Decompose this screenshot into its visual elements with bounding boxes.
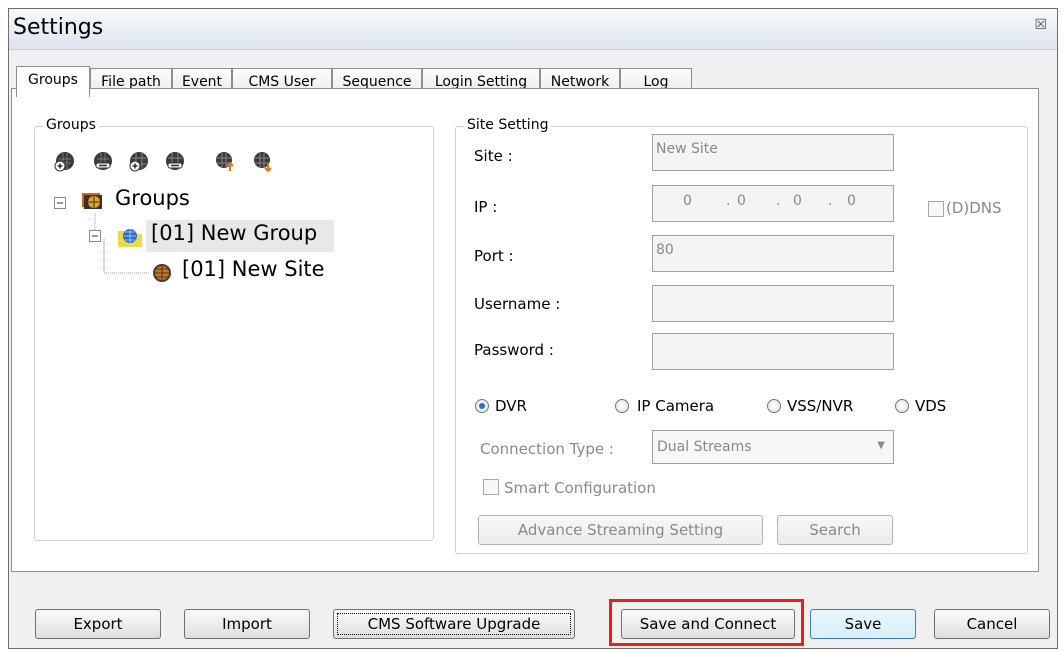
vds-radio[interactable]	[895, 399, 909, 413]
ip-octet-1: 0	[683, 193, 692, 209]
move-site-down-icon[interactable]	[252, 150, 274, 172]
ip-dot: .	[828, 193, 833, 209]
chevron-down-icon: ▼	[877, 440, 885, 451]
smart-configuration-label: Smart Configuration	[504, 479, 656, 497]
vss-nvr-radio[interactable]	[767, 399, 781, 413]
advance-streaming-setting-button[interactable]: Advance Streaming Setting	[478, 515, 763, 545]
ddns-label: (D)DNS	[946, 199, 1002, 217]
vss-nvr-label[interactable]: VSS/NVR	[787, 397, 853, 415]
collapse-root-icon[interactable]	[54, 197, 66, 209]
dvr-radio[interactable]	[475, 399, 489, 413]
tree-group-label[interactable]: [01] New Group	[151, 221, 317, 245]
ip-label: IP :	[474, 198, 498, 216]
tab-groups[interactable]: Groups	[16, 66, 90, 97]
port-field[interactable]: 80	[652, 235, 894, 272]
ip-octet-2: 0	[737, 193, 746, 209]
groups-groupbox-label: Groups	[43, 117, 99, 133]
ip-camera-label[interactable]: IP Camera	[637, 397, 714, 415]
ip-octet-3: 0	[793, 193, 802, 209]
ip-field[interactable]: 0 . 0 . 0 . 0	[652, 185, 894, 222]
cms-software-upgrade-button[interactable]: CMS Software Upgrade	[333, 609, 575, 639]
cancel-button[interactable]: Cancel	[934, 609, 1050, 639]
password-label: Password :	[474, 341, 554, 359]
dvr-label[interactable]: DVR	[495, 397, 527, 415]
site-icon	[153, 264, 171, 282]
ip-camera-radio[interactable]	[615, 399, 629, 413]
ddns-checkbox[interactable]	[928, 201, 944, 217]
vds-label[interactable]: VDS	[915, 397, 946, 415]
tree-root-label[interactable]: Groups	[115, 186, 190, 210]
connection-type-label: Connection Type :	[480, 440, 614, 458]
site-label: Site :	[474, 147, 513, 165]
remove-site-icon[interactable]	[164, 150, 186, 172]
ip-octet-4: 0	[847, 193, 856, 209]
add-group-icon[interactable]	[54, 150, 76, 172]
move-site-up-icon[interactable]	[214, 150, 236, 172]
collapse-group-icon[interactable]	[89, 230, 101, 242]
export-button[interactable]: Export	[35, 609, 161, 639]
close-icon[interactable]: ☒	[1034, 17, 1047, 33]
connection-type-select[interactable]: Dual Streams ▼	[652, 430, 894, 464]
remove-group-icon[interactable]	[92, 150, 114, 172]
focus-rect	[337, 613, 571, 635]
site-field[interactable]: New Site	[652, 134, 894, 171]
group-folder-icon	[118, 229, 142, 247]
save-button[interactable]: Save	[810, 609, 916, 639]
ip-dot: .	[776, 193, 781, 209]
port-label: Port :	[474, 247, 514, 265]
add-site-icon[interactable]	[128, 150, 150, 172]
username-label: Username :	[474, 295, 561, 313]
username-field[interactable]	[652, 285, 894, 322]
tree-site-label[interactable]: [01] New Site	[182, 257, 325, 281]
site-setting-label: Site Setting	[464, 117, 552, 133]
password-field[interactable]	[652, 333, 894, 370]
highlight-box	[609, 599, 804, 646]
import-button[interactable]: Import	[184, 609, 310, 639]
title-bar: Settings ☒	[9, 9, 1057, 50]
connection-type-value: Dual Streams	[657, 439, 752, 455]
search-button[interactable]: Search	[777, 515, 893, 545]
groups-root-icon	[82, 193, 102, 209]
ip-dot: .	[726, 193, 731, 209]
window-title: Settings	[13, 15, 104, 40]
smart-configuration-checkbox[interactable]	[483, 479, 499, 495]
